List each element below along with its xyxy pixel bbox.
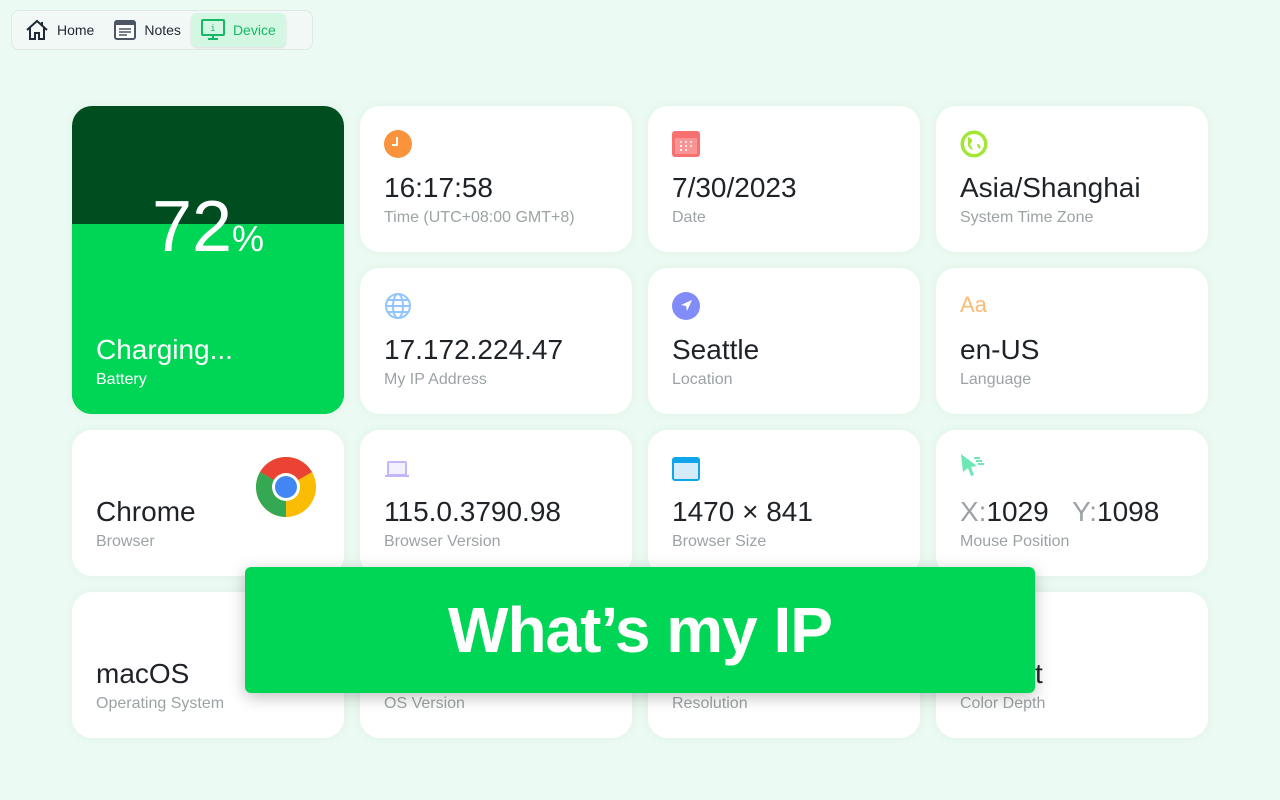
browser-version-value: 115.0.3790.98 bbox=[384, 496, 561, 527]
calendar-icon bbox=[672, 131, 700, 157]
date-value: 7/30/2023 bbox=[672, 172, 797, 203]
language-icon: Aa bbox=[960, 292, 987, 317]
nav-home[interactable]: Home bbox=[15, 13, 104, 47]
date-label: Date bbox=[672, 209, 706, 226]
mouse-x-value: 1029 bbox=[986, 496, 1049, 527]
battery-card: 72% Charging... Battery bbox=[72, 106, 344, 414]
notes-icon bbox=[114, 20, 137, 40]
earth-icon bbox=[960, 130, 988, 158]
date-card: 7/30/2023 Date bbox=[648, 106, 920, 252]
whats-my-ip-banner: What’s my IP bbox=[245, 567, 1035, 693]
battery-percent-value: 72 bbox=[151, 187, 233, 267]
mouse-position-label: Mouse Position bbox=[960, 533, 1070, 550]
globe-icon bbox=[385, 293, 411, 319]
cursor-icon bbox=[961, 454, 984, 476]
chrome-logo-icon bbox=[256, 457, 316, 517]
battery-status: Charging... bbox=[96, 334, 233, 365]
resolution-label: Resolution bbox=[672, 695, 748, 712]
nav-home-label: Home bbox=[57, 22, 95, 38]
os-value: macOS bbox=[96, 658, 190, 689]
mouse-y-value: 1098 bbox=[1097, 496, 1160, 527]
ip-label: My IP Address bbox=[384, 371, 487, 388]
ip-card: 17.172.224.47 My IP Address bbox=[360, 268, 632, 414]
time-value: 16:17:58 bbox=[384, 172, 493, 203]
language-label: Language bbox=[960, 371, 1032, 388]
home-icon bbox=[26, 19, 48, 40]
browser-card: Chrome Browser bbox=[72, 430, 344, 576]
timezone-card: Asia/Shanghai System Time Zone bbox=[936, 106, 1208, 252]
browser-size-label: Browser Size bbox=[672, 533, 767, 550]
browser-version-label: Browser Version bbox=[384, 533, 501, 550]
location-card: Seattle Location bbox=[648, 268, 920, 414]
ip-value: 17.172.224.47 bbox=[384, 334, 564, 365]
browser-label: Browser bbox=[96, 533, 155, 550]
nav-notes-label: Notes bbox=[144, 22, 181, 38]
location-value: Seattle bbox=[672, 334, 760, 365]
clock-icon bbox=[384, 130, 412, 158]
browser-size-card: 1470 × 841 Browser Size bbox=[648, 430, 920, 576]
os-label: Operating System bbox=[96, 695, 225, 712]
browser-version-card: 115.0.3790.98 Browser Version bbox=[360, 430, 632, 576]
battery-label: Battery bbox=[96, 371, 147, 388]
laptop-icon bbox=[385, 461, 409, 477]
browser-window-icon bbox=[672, 457, 700, 481]
location-label: Location bbox=[672, 371, 733, 388]
svg-text:i: i bbox=[210, 24, 215, 34]
battery-percent-unit: % bbox=[232, 218, 265, 259]
language-value: en-US bbox=[960, 334, 1040, 365]
color-depth-label: Color Depth bbox=[960, 695, 1046, 712]
monitor-info-icon: i bbox=[200, 19, 225, 40]
color-depth-value: t bbox=[1035, 658, 1043, 689]
mouse-position-value: X:1029 Y:1098 bbox=[960, 496, 1159, 528]
timezone-value: Asia/Shanghai bbox=[960, 172, 1141, 203]
browser-value: Chrome bbox=[96, 496, 196, 527]
language-card: Aa en-US Language bbox=[936, 268, 1208, 414]
nav-device[interactable]: i Device bbox=[190, 13, 286, 47]
time-label: Time (UTC+08:00 GMT+8) bbox=[384, 209, 575, 226]
mouse-position-card: X:1029 Y:1098 Mouse Position bbox=[936, 430, 1208, 576]
timezone-label: System Time Zone bbox=[960, 209, 1094, 226]
mouse-x-label: X: bbox=[960, 496, 987, 527]
mouse-y-label: Y: bbox=[1072, 496, 1098, 527]
location-arrow-icon bbox=[672, 292, 700, 320]
nav-notes[interactable]: Notes bbox=[104, 13, 191, 47]
os-version-label: OS Version bbox=[384, 695, 465, 712]
time-card: 16:17:58 Time (UTC+08:00 GMT+8) bbox=[360, 106, 632, 252]
battery-percent: 72% bbox=[72, 186, 344, 268]
top-nav: Home Notes i Device bbox=[11, 10, 313, 50]
browser-size-value: 1470 × 841 bbox=[672, 496, 813, 527]
nav-device-label: Device bbox=[232, 22, 276, 38]
